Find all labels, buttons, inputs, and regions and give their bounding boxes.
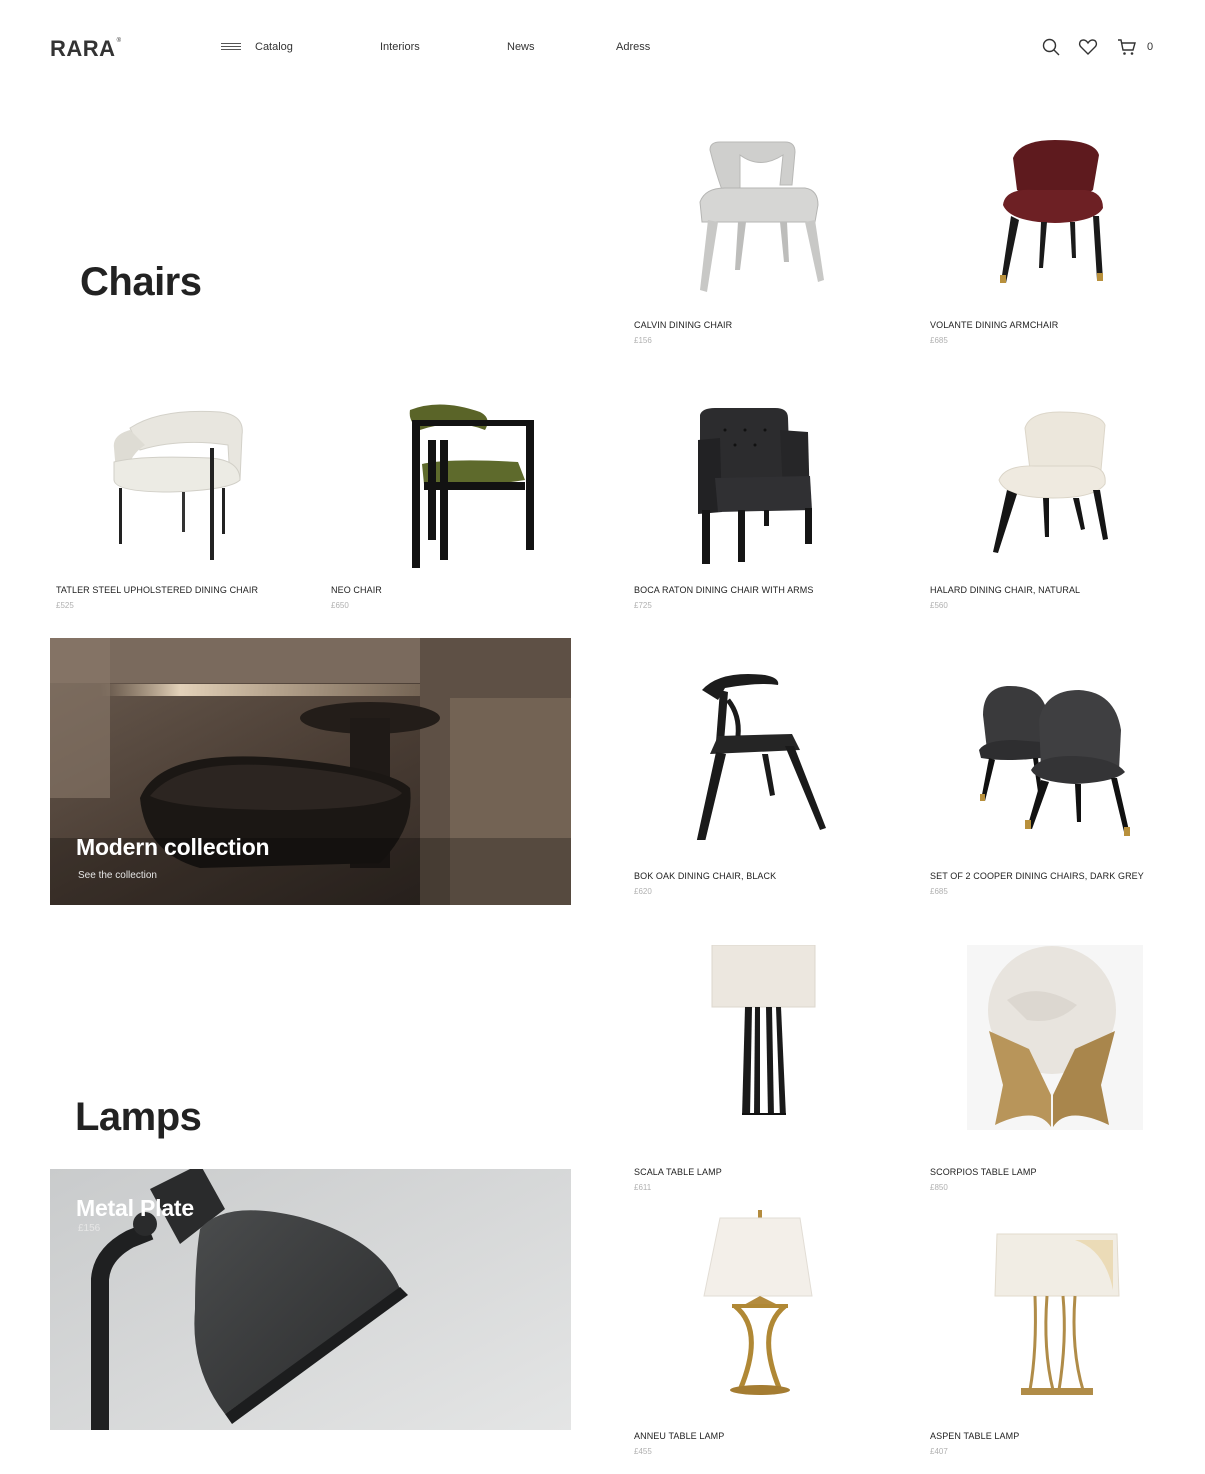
product-name[interactable]: SCALA TABLE LAMP bbox=[634, 1167, 722, 1177]
metal-plate-title: Metal Plate bbox=[76, 1195, 194, 1221]
product-image-neo[interactable] bbox=[380, 400, 540, 570]
product-price: £685 bbox=[930, 336, 948, 345]
product-price: £620 bbox=[634, 887, 652, 896]
product-image-calvin[interactable] bbox=[680, 130, 840, 300]
product-name[interactable]: SET OF 2 COOPER DINING CHAIRS, DARK GREY bbox=[930, 871, 1144, 881]
search-icon[interactable] bbox=[1041, 37, 1061, 57]
menu-icon[interactable] bbox=[221, 43, 241, 52]
product-price: £407 bbox=[930, 1447, 948, 1456]
product-price: £650 bbox=[331, 601, 349, 610]
cart-count: 0 bbox=[1147, 41, 1154, 53]
modern-collection-banner[interactable]: Modern collection See the collection bbox=[50, 638, 571, 905]
banner-photo bbox=[50, 638, 571, 905]
product-image-tatler[interactable] bbox=[100, 400, 260, 570]
product-name[interactable]: CALVIN DINING CHAIR bbox=[634, 320, 732, 330]
product-name[interactable]: TATLER STEEL UPHOLSTERED DINING CHAIR bbox=[56, 585, 258, 595]
metal-plate-banner[interactable]: Metal Plate £156 bbox=[50, 1169, 571, 1430]
heart-icon[interactable] bbox=[1078, 37, 1098, 57]
cart-icon[interactable] bbox=[1117, 37, 1137, 57]
product-price: £685 bbox=[930, 887, 948, 896]
product-name[interactable]: SCORPIOS TABLE LAMP bbox=[930, 1167, 1037, 1177]
product-price: £560 bbox=[930, 601, 948, 610]
nav-interiors[interactable]: Interiors bbox=[380, 41, 420, 53]
lamps-title: Lamps bbox=[75, 1095, 202, 1139]
product-image-halard[interactable] bbox=[975, 400, 1135, 570]
product-name[interactable]: NEO CHAIR bbox=[331, 585, 382, 595]
logo-mark: ® bbox=[116, 38, 122, 44]
product-image-volante[interactable] bbox=[975, 130, 1135, 300]
product-price: £525 bbox=[56, 601, 74, 610]
product-price: £611 bbox=[634, 1183, 652, 1192]
nav-catalog[interactable]: Catalog bbox=[255, 41, 293, 53]
product-name[interactable]: BOCA RATON DINING CHAIR WITH ARMS bbox=[634, 585, 813, 595]
product-image-bok[interactable] bbox=[680, 670, 840, 846]
product-image-anneu[interactable] bbox=[680, 1210, 840, 1400]
product-image-boca[interactable] bbox=[680, 400, 840, 570]
product-price: £725 bbox=[634, 601, 652, 610]
logo-text: RARA bbox=[50, 36, 116, 61]
product-image-cooper-set[interactable] bbox=[975, 670, 1135, 840]
product-image-aspen[interactable] bbox=[975, 1210, 1135, 1400]
product-image-scorpios[interactable] bbox=[967, 945, 1143, 1130]
nav-news[interactable]: News bbox=[507, 41, 535, 53]
product-name[interactable]: ANNEU TABLE LAMP bbox=[634, 1431, 724, 1441]
product-image-scala[interactable] bbox=[680, 944, 840, 1117]
product-name[interactable]: HALARD DINING CHAIR, NATURAL bbox=[930, 585, 1080, 595]
see-collection-link[interactable]: See the collection bbox=[78, 870, 157, 881]
nav-adress[interactable]: Adress bbox=[616, 41, 650, 53]
product-price: £156 bbox=[634, 336, 652, 345]
product-price: £850 bbox=[930, 1183, 948, 1192]
product-name[interactable]: ASPEN TABLE LAMP bbox=[930, 1431, 1019, 1441]
metal-plate-price: £156 bbox=[78, 1223, 101, 1234]
modern-collection-title: Modern collection bbox=[76, 834, 270, 860]
product-name[interactable]: VOLANTE DINING ARMCHAIR bbox=[930, 320, 1058, 330]
product-name[interactable]: BOK OAK DINING CHAIR, BLACK bbox=[634, 871, 776, 881]
product-price: £455 bbox=[634, 1447, 652, 1456]
chairs-title: Chairs bbox=[80, 260, 202, 304]
logo[interactable]: RARA® bbox=[50, 36, 121, 62]
